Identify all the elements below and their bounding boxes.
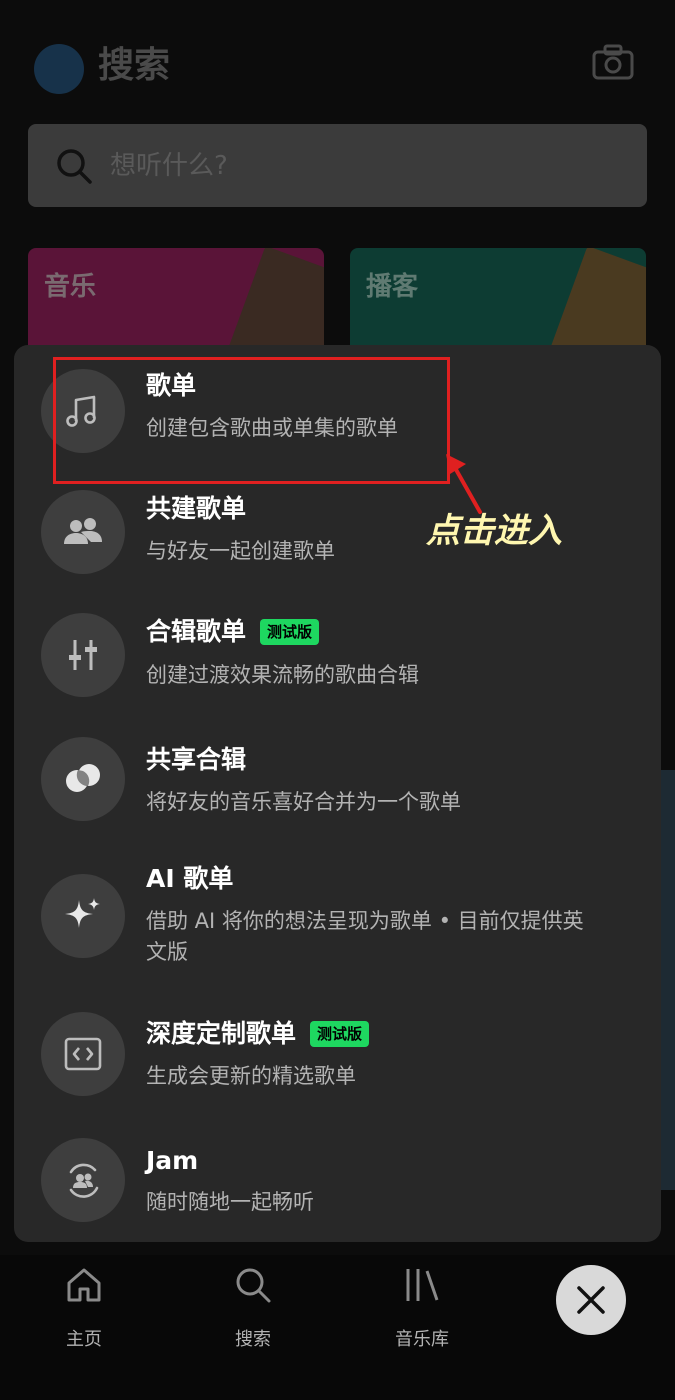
search-icon xyxy=(54,146,94,186)
avatar[interactable] xyxy=(34,44,84,94)
menu-item-title: AI 歌单 xyxy=(146,864,234,893)
menu-item-mix-playlist[interactable]: 合辑歌单 测试版 创建过渡效果流畅的歌曲合辑 xyxy=(14,590,661,715)
menu-item-collaborative-playlist[interactable]: 共建歌单 与好友一起创建歌单 xyxy=(14,470,661,590)
blend-icon xyxy=(41,737,125,821)
menu-item-title: 合辑歌单 测试版 xyxy=(146,615,320,649)
category-label: 音乐 xyxy=(44,272,97,302)
menu-item-title-text: 合辑歌单 xyxy=(146,617,247,646)
category-art xyxy=(227,248,324,358)
people-icon xyxy=(41,490,125,574)
sparkle-icon xyxy=(41,874,125,958)
menu-item-blend[interactable]: 共享合辑 将好友的音乐喜好合并为一个歌单 xyxy=(14,715,661,840)
search-icon xyxy=(233,1265,273,1305)
jam-icon xyxy=(41,1138,125,1222)
category-card-podcast[interactable]: 播客 xyxy=(350,248,646,358)
beta-badge: 测试版 xyxy=(310,1021,370,1047)
annotation-highlight-box xyxy=(53,357,450,484)
menu-item-jam[interactable]: Jam 随时随地一起畅听 xyxy=(14,1115,661,1242)
search-input[interactable]: 想听什么? xyxy=(28,124,647,207)
nav-item-library[interactable]: 音乐库 xyxy=(367,1265,477,1350)
menu-item-title: Jam xyxy=(146,1146,199,1175)
nav-label: 主页 xyxy=(66,1329,102,1350)
category-label: 播客 xyxy=(366,272,419,302)
close-icon xyxy=(577,1286,605,1314)
page-title: 搜索 xyxy=(98,45,171,86)
search-placeholder: 想听什么? xyxy=(110,151,228,181)
annotation-text: 点击进入 xyxy=(426,511,562,551)
menu-item-custom-playlist[interactable]: 深度定制歌单 测试版 生成会更新的精选歌单 xyxy=(14,990,661,1115)
nav-label: 音乐库 xyxy=(395,1329,449,1350)
sliders-icon xyxy=(41,613,125,697)
menu-item-title: 共享合辑 xyxy=(146,745,247,774)
close-button[interactable] xyxy=(556,1265,626,1335)
nav-label: 搜索 xyxy=(235,1329,271,1350)
background-card-edge xyxy=(660,770,675,1190)
nav-item-home[interactable]: 主页 xyxy=(29,1265,139,1350)
nav-item-search[interactable]: 搜索 xyxy=(198,1265,308,1350)
menu-item-desc: 随时随地一起畅听 xyxy=(146,1190,314,1214)
menu-item-desc: 将好友的音乐喜好合并为一个歌单 xyxy=(146,790,461,814)
category-card-music[interactable]: 音乐 xyxy=(28,248,324,358)
page-header: 搜索 xyxy=(0,30,675,100)
menu-item-title: 共建歌单 xyxy=(146,494,247,523)
library-icon xyxy=(402,1265,442,1305)
camera-icon[interactable] xyxy=(590,42,636,84)
menu-item-ai-playlist[interactable]: AI 歌单 借助 AI 将你的想法呈现为歌单 • 目前仅提供英文版 xyxy=(14,840,661,990)
menu-item-title-text: 深度定制歌单 xyxy=(146,1019,297,1048)
beta-badge: 测试版 xyxy=(260,619,320,645)
category-art xyxy=(549,248,646,358)
menu-item-desc: 创建过渡效果流畅的歌曲合辑 xyxy=(146,663,419,687)
menu-item-title: 深度定制歌单 测试版 xyxy=(146,1017,370,1051)
code-icon xyxy=(41,1012,125,1096)
menu-item-desc: 借助 AI 将你的想法呈现为歌单 • 目前仅提供英文版 xyxy=(146,909,584,964)
menu-item-desc: 生成会更新的精选歌单 xyxy=(146,1064,356,1088)
home-icon xyxy=(64,1265,104,1305)
